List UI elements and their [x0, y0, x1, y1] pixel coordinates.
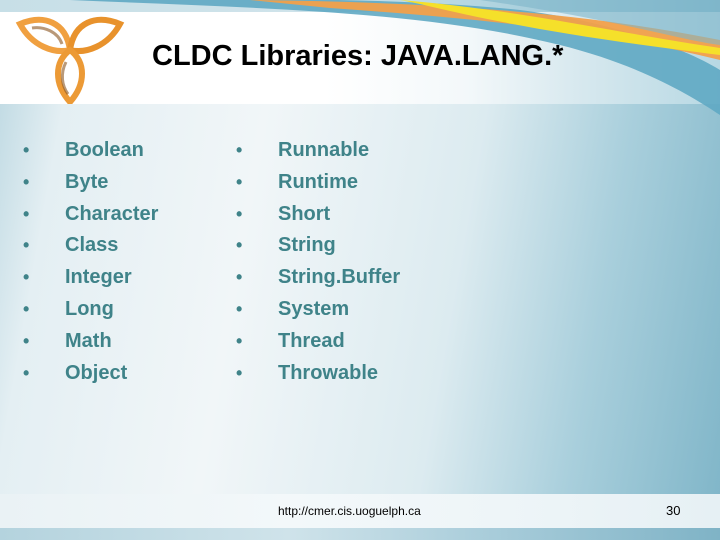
bullet-icon: •: [236, 140, 243, 160]
bullet-icon: •: [236, 267, 243, 288]
slide-title: CLDC Libraries: JAVA.LANG.*: [152, 40, 564, 72]
bullet-icon: •: [23, 171, 30, 192]
bullet-icon: •: [23, 298, 30, 319]
footer-url: http://cmer.cis.uoguelph.ca: [278, 504, 421, 518]
bullet-icon: •: [23, 235, 30, 256]
bullet-icon: •: [23, 362, 30, 383]
bullet-icon: •: [236, 171, 243, 192]
bullet-icon: •: [23, 267, 30, 288]
trefoil-knot-logo-icon: [15, 17, 125, 104]
bullet-icon: •: [236, 298, 243, 319]
slide: CLDC Libraries: JAVA.LANG.* • Boolean • By…: [0, 0, 720, 540]
footer-bottom-band: [0, 528, 720, 540]
bullet-icon: •: [236, 330, 243, 351]
bullet-icon: •: [236, 362, 243, 383]
bullet-icon: •: [23, 203, 30, 224]
bullet-icon: •: [236, 235, 243, 256]
bullet-icon: •: [236, 203, 243, 224]
bullet-icon: •: [23, 330, 30, 351]
bullet-icon: •: [23, 140, 30, 160]
page-number: 30: [666, 503, 681, 518]
